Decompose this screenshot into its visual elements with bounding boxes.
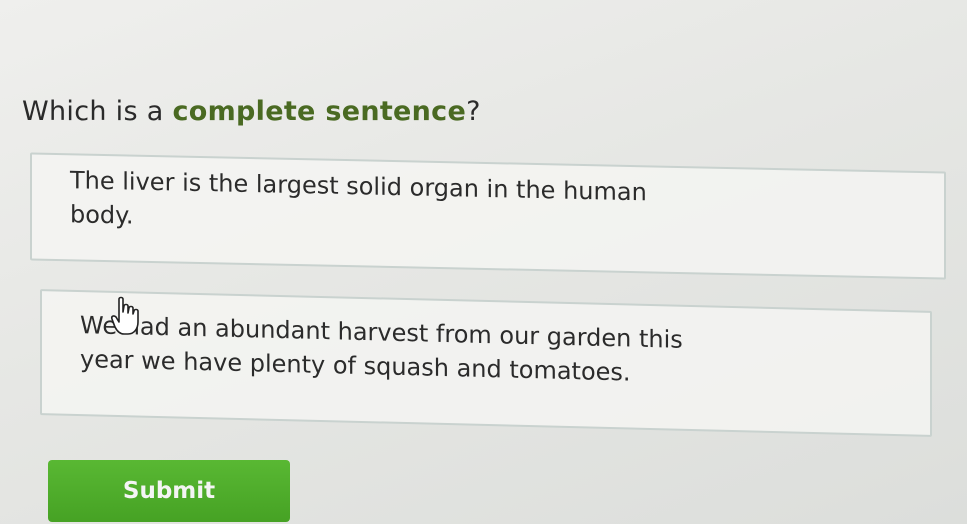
question-prompt: Which is a complete sentence? (22, 96, 481, 127)
submit-button[interactable]: Submit (48, 460, 290, 522)
answer-choice-2[interactable]: We had an abundant harvest from our gard… (40, 289, 932, 437)
answer-choice-1[interactable]: The liver is the largest solid organ in … (30, 152, 946, 280)
question-prefix: Which is a (22, 96, 173, 127)
question-suffix: ? (466, 96, 481, 127)
question-emphasis: complete sentence (172, 96, 467, 127)
hand-pointer-icon (111, 296, 139, 335)
